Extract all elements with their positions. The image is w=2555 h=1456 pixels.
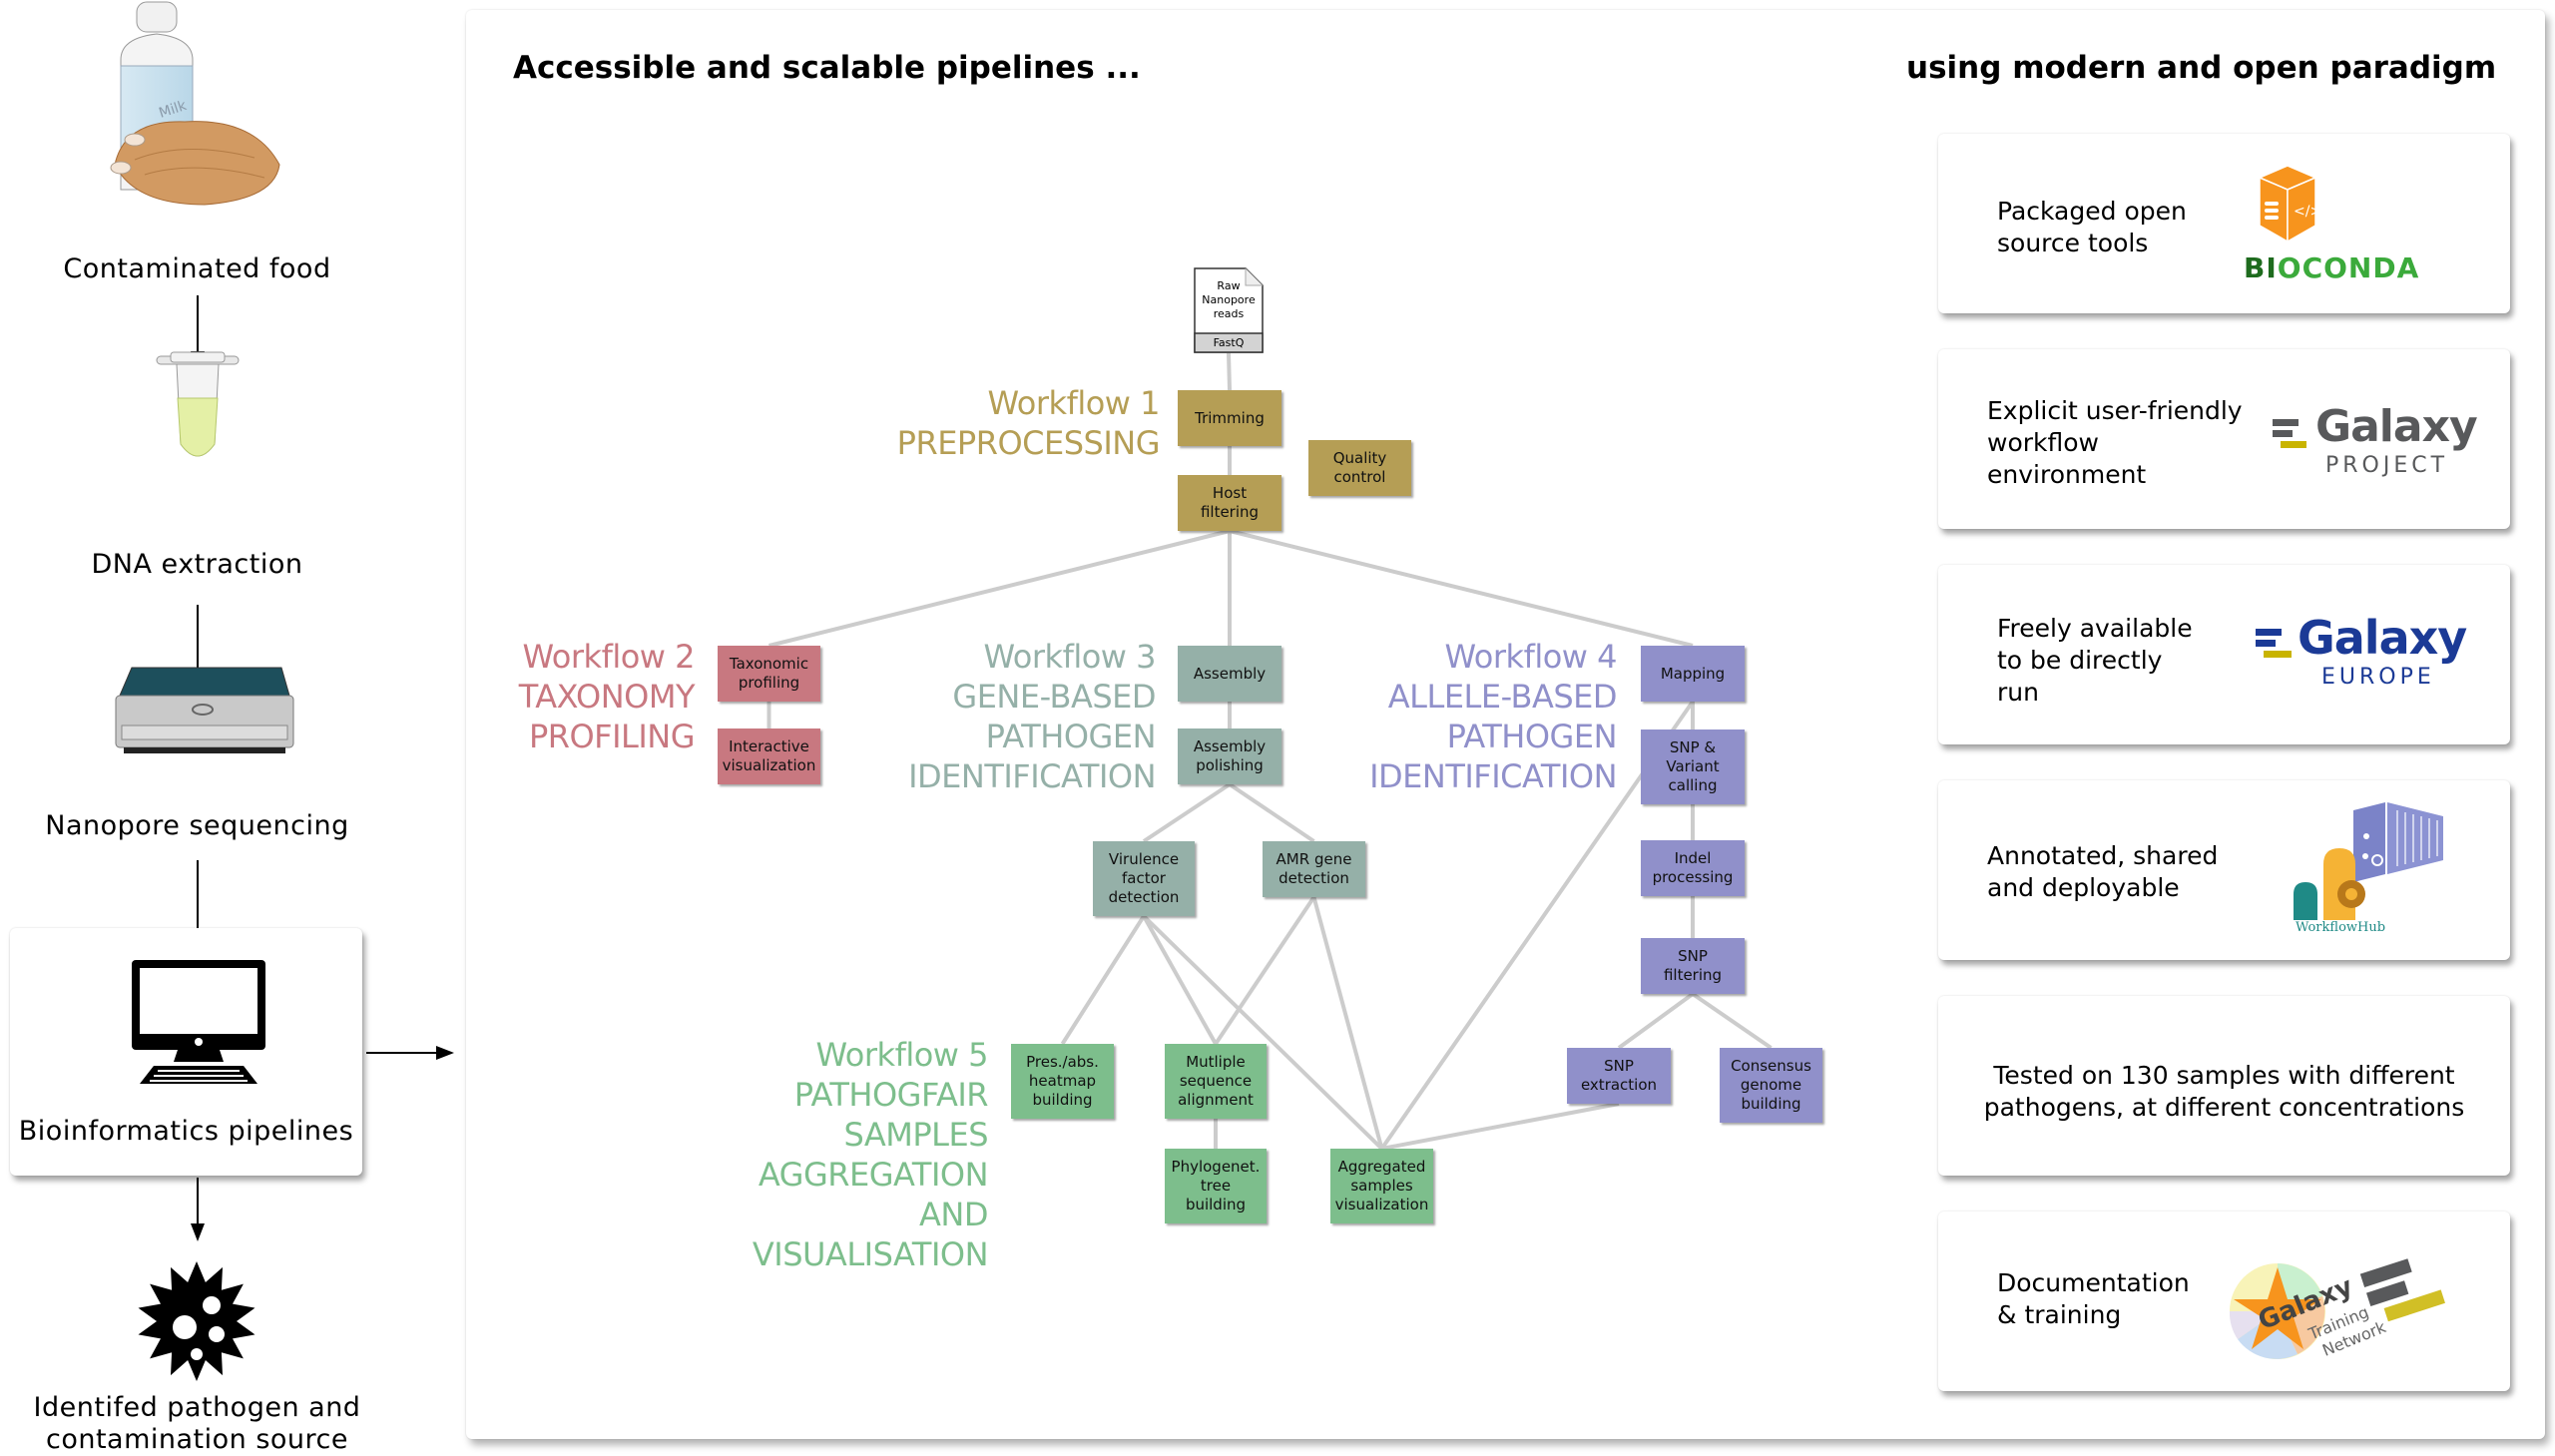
workflow-3-label: Workflow 3 GENE-BASED PATHOGEN IDENTIFIC… [818,637,1156,796]
node-taxonomic-profiling[interactable]: Taxonomic profiling [718,646,820,702]
node-indel-processing[interactable]: Indel processing [1641,840,1745,896]
node-assembly-polishing[interactable]: Assembly polishing [1178,728,1281,784]
galaxy-training-network-icon: Galaxy Training Network [2229,1258,2445,1360]
node-snp-extraction[interactable]: SNP extraction [1567,1048,1671,1104]
feature-text: Tested on 130 samples with different pat… [1983,1061,2465,1122]
workflowhub-logo: WorkflowHub [2296,920,2386,935]
workflow-3-subtitle-1: GENE-BASED [952,678,1156,716]
bioconda-logo: BIOCONDA [2244,251,2420,284]
edge-snpext-agg [1381,1102,1620,1151]
edge-vir-msa [1142,915,1218,1045]
input-file-label: Raw Nanopore reads [1202,279,1256,320]
workflow-5-subtitle-3: AGGREGATION [758,1156,989,1194]
node-heatmap-building[interactable]: Pres./abs. heatmap building [1011,1044,1114,1119]
workflow-2-subtitle-1: TAXONOMY [518,678,696,716]
feature-card-galaxy-project: Explicit user-friendly workflow environm… [1938,349,2510,529]
workflow-4-subtitle-1: ALLELE-BASED [1387,678,1618,716]
workflow-2-title: Workflow 2 [522,638,696,676]
workflow-5-title: Workflow 5 [815,1036,989,1074]
node-trimming[interactable]: Trimming [1178,390,1281,446]
workflow-1-label: Workflow 1 PREPROCESSING [788,383,1161,463]
workflow-1-title: Workflow 1 [987,384,1161,422]
edge-snpfilt-consensus [1691,992,1773,1050]
galaxy-europe-logo: Galaxy [2298,611,2467,665]
node-phylogenetic-tree-building[interactable]: Phylogenet. tree building [1165,1149,1267,1223]
workflowhub-icon [2294,802,2443,920]
node-virulence-factor-detection[interactable]: Virulence factor detection [1093,841,1195,916]
feature-text: Documentation & training [1997,1268,2190,1329]
galaxy-europe-sub: EUROPE [2321,665,2435,690]
workflow-5-subtitle-2: SAMPLES [843,1116,988,1154]
edge-host-tax [768,529,1231,648]
node-consensus-genome-building[interactable]: Consensus genome building [1720,1048,1822,1123]
feature-card-training: Documentation & training Galaxy Training… [1938,1212,2510,1391]
feature-text: Packaged open source tools [1997,197,2187,257]
node-host-filtering[interactable]: Host filtering [1178,475,1281,531]
svg-text:</>: </> [2294,204,2317,220]
node-interactive-visualization[interactable]: Interactive visualization [718,728,820,784]
input-file-raw-reads[interactable]: Raw Nanopore reads FastQ [1194,267,1264,353]
node-snp-filtering[interactable]: SNP filtering [1641,938,1745,994]
edge-input-trimming [1227,352,1232,391]
galaxy-project-logo: Galaxy [2315,401,2478,452]
input-file-format: FastQ [1213,336,1245,349]
workflow-4-label: Workflow 4 ALLELE-BASED PATHOGEN IDENTIF… [1278,637,1617,796]
workflow-3-title: Workflow 3 [983,638,1157,676]
edge-host-mapping [1229,529,1694,648]
node-assembly[interactable]: Assembly [1178,646,1281,702]
galaxy-bars-icon [2256,629,2292,658]
workflow-4-subtitle-2: PATHOGEN [1446,718,1618,755]
feature-text: Explicit user-friendly workflow environm… [1987,396,2243,489]
galaxy-bars-icon [2273,419,2306,448]
node-quality-control[interactable]: Quality control [1308,440,1411,496]
feature-text: Freely available to be directly run [1997,614,2193,707]
edge-amr-agg [1311,896,1384,1150]
edge-vir-heatmap [1060,914,1146,1046]
edge-snpfilt-snpext [1617,992,1695,1050]
workflow-4-subtitle-3: IDENTIFICATION [1369,757,1617,795]
workflow-5-subtitle-4: AND [919,1196,988,1233]
node-mapping[interactable]: Mapping [1641,646,1745,702]
node-snp-variant-calling[interactable]: SNP & Variant calling [1641,729,1745,804]
edge-amr-msa [1214,895,1316,1046]
node-multiple-sequence-alignment[interactable]: Mutliple sequence alignment [1165,1044,1267,1119]
edge-polish-vir [1142,782,1232,843]
feature-card-galaxy-europe: Freely available to be directly run Gala… [1938,565,2510,744]
bioconda-box-icon: </> [2258,165,2317,243]
node-amr-gene-detection[interactable]: AMR gene detection [1263,841,1365,897]
workflow-3-subtitle-3: IDENTIFICATION [908,757,1156,795]
workflow-5-label: Workflow 5 PATHOGFAIR SAMPLES AGGREGATIO… [699,1035,989,1274]
feature-card-tested: Tested on 130 samples with different pat… [1938,996,2510,1176]
workflow-5-subtitle-5: VISUALISATION [752,1235,989,1273]
workflow-4-title: Workflow 4 [1444,638,1618,676]
workflow-3-subtitle-2: PATHOGEN [985,718,1157,755]
feature-text: Annotated, shared and deployable [1987,841,2219,902]
feature-card-workflowhub: Annotated, shared and deployable Workflo… [1938,780,2510,960]
galaxy-project-sub: PROJECT [2325,453,2449,478]
node-aggregated-samples-visualization[interactable]: Aggregated samples visualization [1330,1149,1433,1223]
workflow-5-subtitle-1: PATHOGFAIR [793,1076,989,1114]
feature-card-bioconda: Packaged open source tools </> BIOCONDA [1938,134,2510,313]
workflow-2-subtitle-2: PROFILING [528,718,696,755]
workflow-1-subtitle: PREPROCESSING [896,424,1161,462]
workflow-2-label: Workflow 2 TAXONOMY PROFILING [469,637,696,756]
